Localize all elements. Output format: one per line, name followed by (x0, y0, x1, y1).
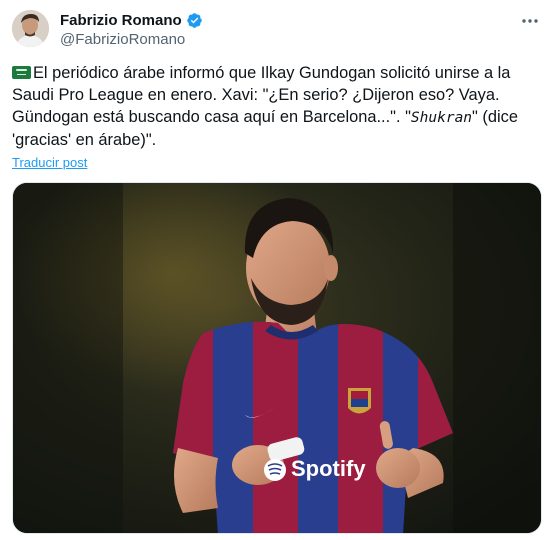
verified-badge-icon (186, 12, 203, 29)
jersey-sponsor-text: Spotify (291, 456, 366, 481)
author-handle[interactable]: @FabrizioRomano (60, 31, 185, 49)
tweet-card: Fabrizio Romano @FabrizioRomano El perió… (0, 0, 556, 540)
tweet-text-italic-word: Shukran (410, 110, 473, 126)
author-avatar[interactable] (12, 10, 49, 47)
more-options-icon[interactable] (519, 12, 541, 30)
tweet-media-photo[interactable]: Spotify (12, 182, 542, 534)
saudi-flag-icon (12, 66, 31, 79)
translate-post-link[interactable]: Traducir post (12, 155, 87, 171)
author-display-name[interactable]: Fabrizio Romano (60, 11, 182, 30)
tweet-text: El periódico árabe informó que Ilkay Gun… (12, 62, 544, 151)
